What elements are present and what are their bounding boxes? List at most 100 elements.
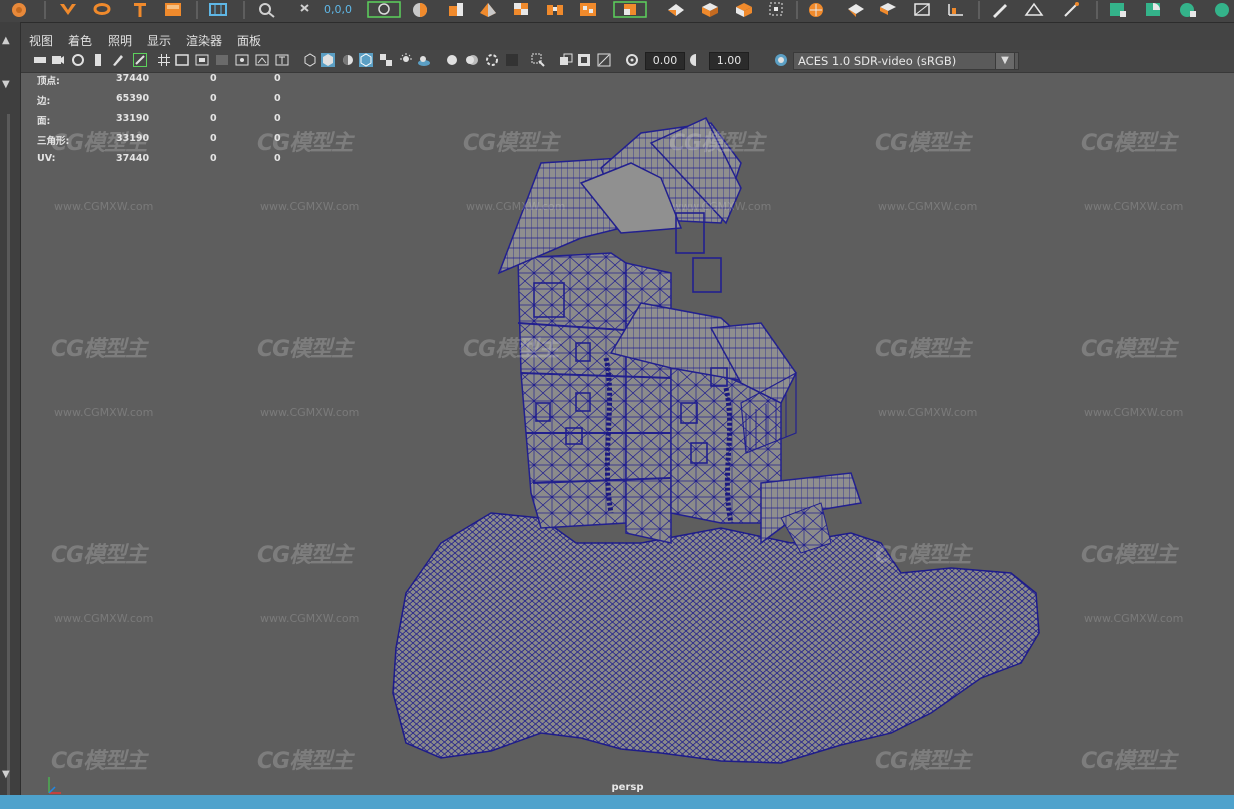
exposure-icon[interactable] (625, 53, 639, 67)
watermark-logo: CG模型主 (51, 337, 147, 362)
film-gate-icon[interactable] (175, 53, 189, 67)
3d-viewport[interactable]: CG模型主 CG模型主 CG模型主 CG模型主 CG模型主 CG模型主 www.… (21, 73, 1234, 795)
smooth-shade-icon[interactable] (321, 53, 335, 67)
anti-aliasing-icon[interactable] (485, 53, 499, 67)
view-search-icon[interactable] (256, 1, 276, 18)
pattern-icon[interactable] (578, 1, 598, 18)
wireframe-house-model[interactable] (21, 73, 1234, 795)
watermark-url: www.CGMXW.com (260, 200, 360, 213)
hud-value: 0 (210, 93, 217, 104)
watermark-logo: CG模型主 (875, 337, 971, 362)
green-split-icon[interactable] (1178, 1, 1198, 18)
isolate-select-icon[interactable] (531, 53, 545, 67)
color-management-icon[interactable] (774, 53, 788, 67)
wireframe-icon[interactable] (303, 53, 317, 67)
hud-row: UV: 37440 0 0 (37, 153, 307, 173)
pen-icon[interactable] (990, 1, 1010, 18)
pattern-uv-icon[interactable] (1024, 1, 1044, 18)
watermark-logo: CG模型主 (669, 131, 765, 156)
watermark-url: www.CGMXW.com (466, 200, 566, 213)
color-space-select[interactable]: ACES 1.0 SDR-video (sRGB) (793, 52, 1019, 70)
hud-row: 面: 33190 0 0 (37, 113, 307, 133)
viewport-panel: 视图 着色 照明 显示 渲染器 面板 0.00 1.00 ACES 1.0 SD… (21, 28, 1234, 809)
select-region-icon[interactable] (366, 1, 402, 18)
2d-pan-icon[interactable] (133, 53, 147, 67)
safe-title-icon[interactable] (275, 53, 289, 67)
gamma-icon[interactable] (689, 53, 703, 67)
watermark-logo: CG模型主 (257, 337, 353, 362)
target-icon[interactable] (846, 1, 866, 18)
grid-snap-icon[interactable] (208, 1, 228, 18)
backface-culling-icon[interactable] (597, 53, 611, 67)
xray-icon[interactable] (559, 53, 573, 67)
move-xyz-icon[interactable] (298, 1, 318, 18)
text-tool-icon[interactable] (130, 1, 150, 18)
select-camera-icon[interactable] (33, 53, 47, 67)
hud-value: 0 (274, 93, 281, 104)
pin-icon[interactable] (766, 1, 786, 18)
depth-of-field-icon[interactable] (505, 53, 519, 67)
loop-icon[interactable] (92, 1, 112, 18)
bookmark-icon[interactable] (71, 53, 85, 67)
menu-panels[interactable]: 面板 (237, 32, 261, 49)
safe-action-icon[interactable] (255, 53, 269, 67)
scroll-track[interactable] (7, 114, 10, 804)
hud-label: 边: (37, 96, 51, 107)
camera-attributes-icon[interactable] (51, 53, 65, 67)
textured-icon[interactable] (379, 53, 393, 67)
checker-icon[interactable] (512, 1, 532, 18)
menu-show[interactable]: 显示 (147, 32, 171, 49)
menu-view[interactable]: 视图 (29, 32, 53, 49)
sphere-tool-icon[interactable] (9, 1, 29, 18)
chart-icon[interactable] (946, 1, 966, 18)
watermark-url: www.CGMXW.com (672, 200, 772, 213)
split-icon[interactable] (612, 1, 648, 18)
cube-unfold-icon[interactable] (700, 1, 720, 18)
watermark-logo: CG模型主 (875, 543, 971, 568)
menu-lighting[interactable]: 照明 (108, 32, 132, 49)
shelf-separator (1096, 1, 1098, 19)
resolution-gate-icon[interactable] (195, 53, 209, 67)
grease-pencil-icon[interactable] (111, 53, 125, 67)
xray-joints-icon[interactable] (577, 53, 591, 67)
bend-icon[interactable] (58, 1, 78, 18)
menu-shading[interactable]: 着色 (68, 32, 92, 49)
chevron-down-icon[interactable]: ▼ (2, 80, 14, 90)
gate-mask-icon[interactable] (215, 53, 229, 67)
grid-icon[interactable] (157, 53, 171, 67)
field-chart-icon[interactable] (235, 53, 249, 67)
screen-space-ao-icon[interactable] (445, 53, 459, 67)
viewport-active-border (0, 795, 1234, 809)
green-half-icon[interactable] (1144, 1, 1164, 18)
sculpt-icon[interactable] (806, 1, 826, 18)
green-sphere-icon[interactable] (1212, 1, 1232, 18)
image-plane-icon[interactable] (91, 53, 105, 67)
chevron-down-icon[interactable]: ▼ (2, 770, 14, 780)
default-material-icon[interactable] (341, 53, 355, 67)
layout-icon[interactable] (734, 1, 754, 18)
exposure-field[interactable]: 0.00 (645, 52, 685, 70)
use-all-lights-icon[interactable] (399, 53, 413, 67)
chevron-down-icon[interactable]: ▼ (995, 52, 1015, 70)
watermark-logo: CG模型主 (257, 543, 353, 568)
shelf-separator (243, 1, 245, 19)
bevel-icon[interactable] (478, 1, 498, 18)
wireframe-on-shaded-icon[interactable] (359, 53, 373, 67)
chevron-up-icon[interactable]: ▲ (2, 36, 14, 46)
sphere-object-icon[interactable] (410, 1, 430, 18)
triangle-edit-icon[interactable] (1062, 1, 1082, 18)
combine-icon[interactable] (666, 1, 686, 18)
hud-label: 顶点: (37, 76, 60, 87)
motion-blur-icon[interactable] (465, 53, 479, 67)
bend-deform-icon[interactable] (912, 1, 932, 18)
shadows-icon[interactable] (417, 53, 431, 67)
bridge-icon[interactable] (545, 1, 565, 18)
green-cube-icon[interactable] (1108, 1, 1128, 18)
extrude-icon[interactable] (446, 1, 466, 18)
gamma-field[interactable]: 1.00 (709, 52, 749, 70)
shelf-separator (978, 1, 980, 19)
menu-renderer[interactable]: 渲染器 (186, 32, 222, 49)
paint-icon[interactable] (878, 1, 898, 18)
box-icon[interactable] (163, 1, 183, 18)
watermark-url: www.CGMXW.com (878, 406, 978, 419)
